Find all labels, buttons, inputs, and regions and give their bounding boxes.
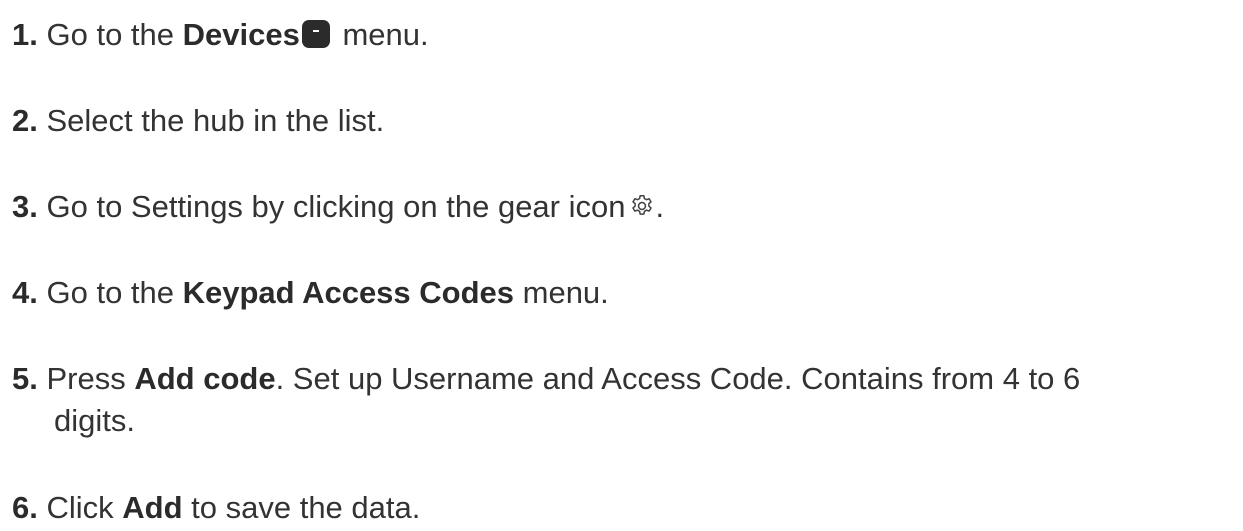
- step-number: 3.: [12, 189, 38, 224]
- step-3: 3. Go to Settings by clicking on the gea…: [12, 186, 664, 228]
- menu-name: Devices: [182, 17, 300, 52]
- step-text: Go to Settings by clicking on the gear i…: [46, 189, 626, 224]
- step-number: 5.: [12, 361, 38, 396]
- step-text: Click: [46, 490, 123, 525]
- step-text-continued: digits.: [54, 403, 135, 438]
- step-number: 2.: [12, 103, 38, 138]
- step-2: 2. Select the hub in the list.: [12, 100, 384, 142]
- step-text: . Set up Username and Access Code. Conta…: [275, 361, 1081, 396]
- step-5: 5. Press Add code. Set up Username and A…: [12, 358, 1080, 442]
- step-text: .: [655, 189, 665, 224]
- step-text: Select the hub in the list.: [46, 103, 385, 138]
- step-text: menu.: [333, 17, 429, 52]
- step-text: menu.: [514, 275, 609, 310]
- step-text: to save the data.: [182, 490, 421, 525]
- step-number: 6.: [12, 490, 38, 525]
- button-name: Add code: [134, 361, 276, 396]
- menu-name: Keypad Access Codes: [182, 275, 515, 310]
- gear-icon: [632, 194, 653, 215]
- step-4: 4. Go to the Keypad Access Codes menu.: [12, 272, 609, 314]
- step-number: 1.: [12, 17, 38, 52]
- button-name: Add: [122, 490, 183, 525]
- step-number: 4.: [12, 275, 38, 310]
- step-text: Go to the: [46, 275, 183, 310]
- step-text: Press: [46, 361, 135, 396]
- step-6: 6. Click Add to save the data.: [12, 487, 420, 529]
- step-1: 1. Go to the Devices menu.: [12, 14, 429, 56]
- devices-icon: [301, 20, 330, 48]
- step-text: Go to the: [46, 17, 183, 52]
